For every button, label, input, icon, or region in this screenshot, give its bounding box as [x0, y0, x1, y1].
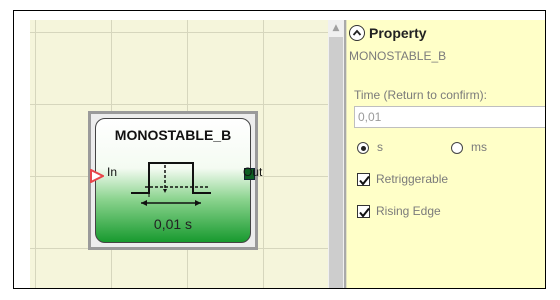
block-title: MONOSTABLE_B: [114, 127, 232, 143]
check-icon: [359, 207, 370, 218]
monostable-block[interactable]: MONOSTABLE_B In Out 0,01 s: [90, 118, 262, 243]
unit-label-s: s: [377, 140, 383, 154]
app-frame: MONOSTABLE_B In Out 0,01 s ▲ Property MO…: [13, 10, 546, 289]
property-panel: Property MONOSTABLE_B Time (Return to co…: [346, 20, 545, 288]
unit-label-ms: ms: [471, 140, 487, 154]
unit-radio-ms[interactable]: [451, 142, 463, 154]
rising-edge-label: Rising Edge: [376, 204, 441, 218]
time-label: Time (Return to confirm):: [354, 88, 487, 102]
canvas-vertical-scrollbar[interactable]: ▲: [328, 20, 344, 288]
pulse-waveform-icon: [131, 162, 211, 206]
property-panel-title: Property: [369, 25, 427, 41]
time-input[interactable]: [354, 106, 545, 128]
input-port-icon[interactable]: [90, 169, 104, 183]
retriggerable-label: Retriggerable: [376, 172, 449, 186]
input-label: In: [107, 165, 118, 179]
chevron-up-circle-icon[interactable]: [349, 25, 365, 41]
element-name: MONOSTABLE_B: [349, 49, 447, 63]
rising-edge-checkbox[interactable]: [357, 205, 370, 218]
selected-block-frame[interactable]: MONOSTABLE_B In Out 0,01 s: [88, 111, 262, 250]
output-label: Out: [243, 165, 263, 179]
unit-radio-s[interactable]: [357, 142, 369, 154]
logic-canvas[interactable]: MONOSTABLE_B In Out 0,01 s: [30, 20, 328, 288]
scroll-up-arrow-icon[interactable]: ▲: [328, 20, 344, 36]
retriggerable-checkbox[interactable]: [357, 173, 370, 186]
block-time-value: 0,01 s: [153, 216, 193, 232]
check-icon: [359, 175, 370, 186]
scrollbar-thumb[interactable]: [329, 37, 343, 288]
